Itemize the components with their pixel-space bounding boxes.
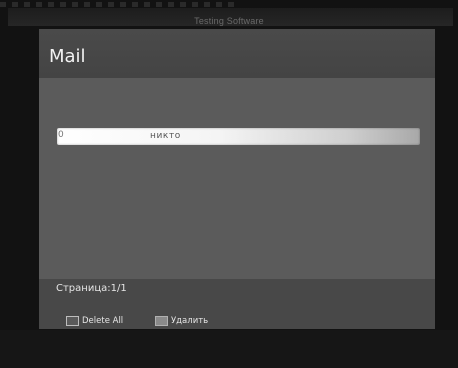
bottom-bezel xyxy=(0,330,458,368)
page-indicator: Страница:1/1 xyxy=(56,283,127,294)
blank-key-icon xyxy=(66,316,79,326)
panel-title: Mail xyxy=(49,46,86,67)
top-dotted-border xyxy=(0,2,235,7)
app-title: Testing Software xyxy=(194,16,264,26)
delete-all-button[interactable]: Delete All xyxy=(66,316,123,326)
delete-all-label: Delete All xyxy=(82,316,124,326)
mail-item-index: 0 xyxy=(58,130,64,140)
panel-header: Mail xyxy=(39,29,435,78)
grey-key-icon xyxy=(155,316,168,326)
delete-button[interactable]: Удалить xyxy=(155,316,208,326)
mail-list-item[interactable]: 0 никто xyxy=(57,128,420,145)
tv-screen: Testing Software Mail 0 никто Страница:1… xyxy=(0,0,458,368)
delete-label: Удалить xyxy=(171,316,209,326)
mail-panel: Mail 0 никто Страница:1/1 Delete All Уда… xyxy=(39,29,435,329)
mail-item-text: никто xyxy=(150,131,181,141)
